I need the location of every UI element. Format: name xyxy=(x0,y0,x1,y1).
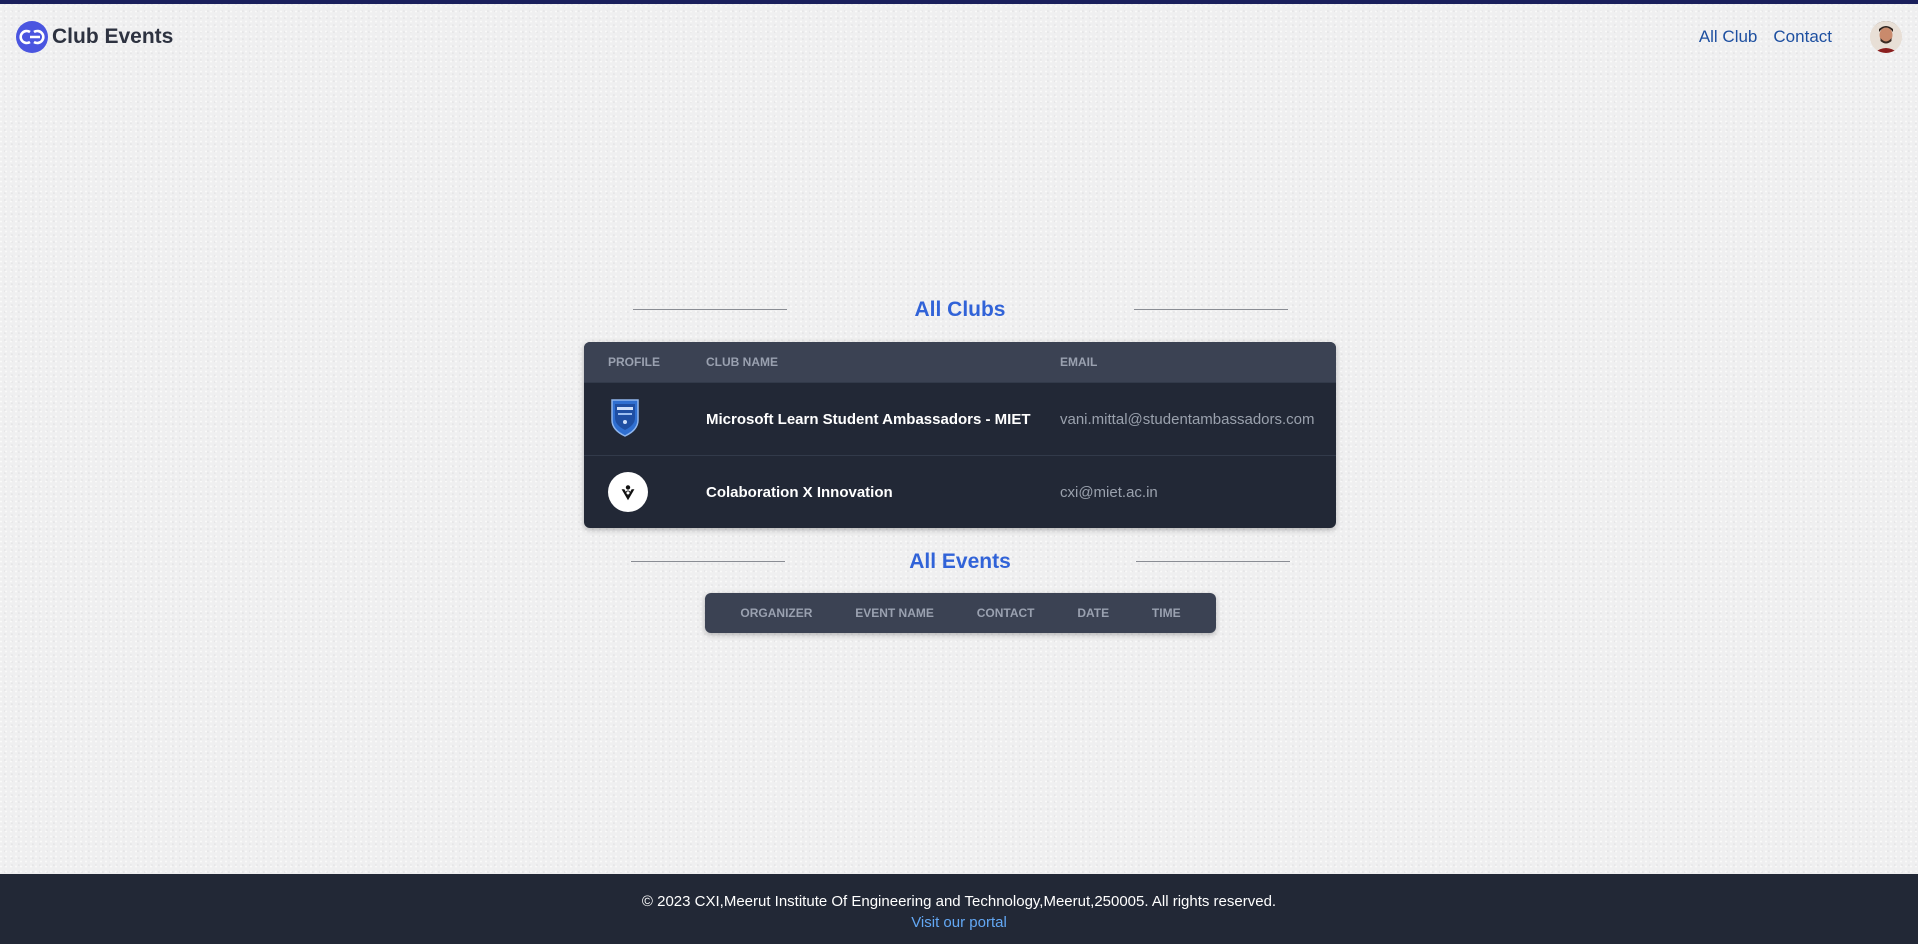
club-name: Microsoft Learn Student Ambassadors - MI… xyxy=(706,410,1031,428)
events-table-header: Organizer Event Name Contact Date Time xyxy=(705,593,1216,633)
column-header-event-name: Event Name xyxy=(855,606,934,620)
nav-link-all-club[interactable]: All Club xyxy=(1699,27,1758,47)
table-row[interactable]: Microsoft Learn Student Ambassadors - MI… xyxy=(584,382,1336,455)
footer-copyright: © 2023 CXI,Meerut Institute Of Engineeri… xyxy=(641,893,1277,910)
user-avatar-icon[interactable] xyxy=(1870,21,1902,53)
column-header-time: Time xyxy=(1151,606,1181,620)
avatar-image xyxy=(1870,21,1902,53)
clubs-table: Profile Club Name Email Microsoft Learn … xyxy=(584,342,1336,528)
column-header-club-name: Club Name xyxy=(706,355,778,369)
mlsa-badge-icon xyxy=(611,398,639,437)
column-header-email: Email xyxy=(1060,355,1098,369)
events-section-heading: All Events xyxy=(584,545,1336,579)
table-row[interactable]: Colaboration X Innovation cxi@miet.ac.in xyxy=(584,455,1336,528)
heading-divider-right xyxy=(1134,309,1288,310)
brand[interactable]: Club Events xyxy=(16,21,173,53)
club-email: cxi@miet.ac.in xyxy=(1060,483,1158,501)
visit-portal-link[interactable]: Visit our portal xyxy=(911,914,1007,931)
clubs-section-heading: All Clubs xyxy=(584,293,1336,327)
events-title: All Events xyxy=(909,550,1011,573)
heading-divider-right xyxy=(1136,561,1290,562)
club-name: Colaboration X Innovation xyxy=(706,483,893,501)
club-logo-glyph xyxy=(621,485,635,501)
nav-link-contact[interactable]: Contact xyxy=(1773,27,1832,47)
heading-divider-left xyxy=(631,561,785,562)
column-header-profile: Profile xyxy=(608,355,661,369)
clubs-title: All Clubs xyxy=(914,298,1006,321)
heading-divider-left xyxy=(633,309,787,310)
column-header-contact: Contact xyxy=(976,606,1035,620)
navbar: Club Events All Club Contact xyxy=(0,4,1918,70)
clubs-table-header: Profile Club Name Email xyxy=(584,342,1336,382)
club-email: vani.mittal@studentambassadors.com xyxy=(1060,410,1315,428)
cxi-logo-icon xyxy=(16,21,48,53)
club-profile-cell xyxy=(584,472,706,512)
column-header-organizer: Organizer xyxy=(740,606,813,620)
club-profile-cell xyxy=(584,396,706,443)
brand-name: Club Events xyxy=(52,25,174,48)
nav-links: All Club Contact xyxy=(1683,21,1902,53)
footer: © 2023 CXI,Meerut Institute Of Engineeri… xyxy=(0,874,1918,944)
cxi-club-logo-icon xyxy=(608,472,648,512)
column-header-date: Date xyxy=(1077,606,1110,620)
